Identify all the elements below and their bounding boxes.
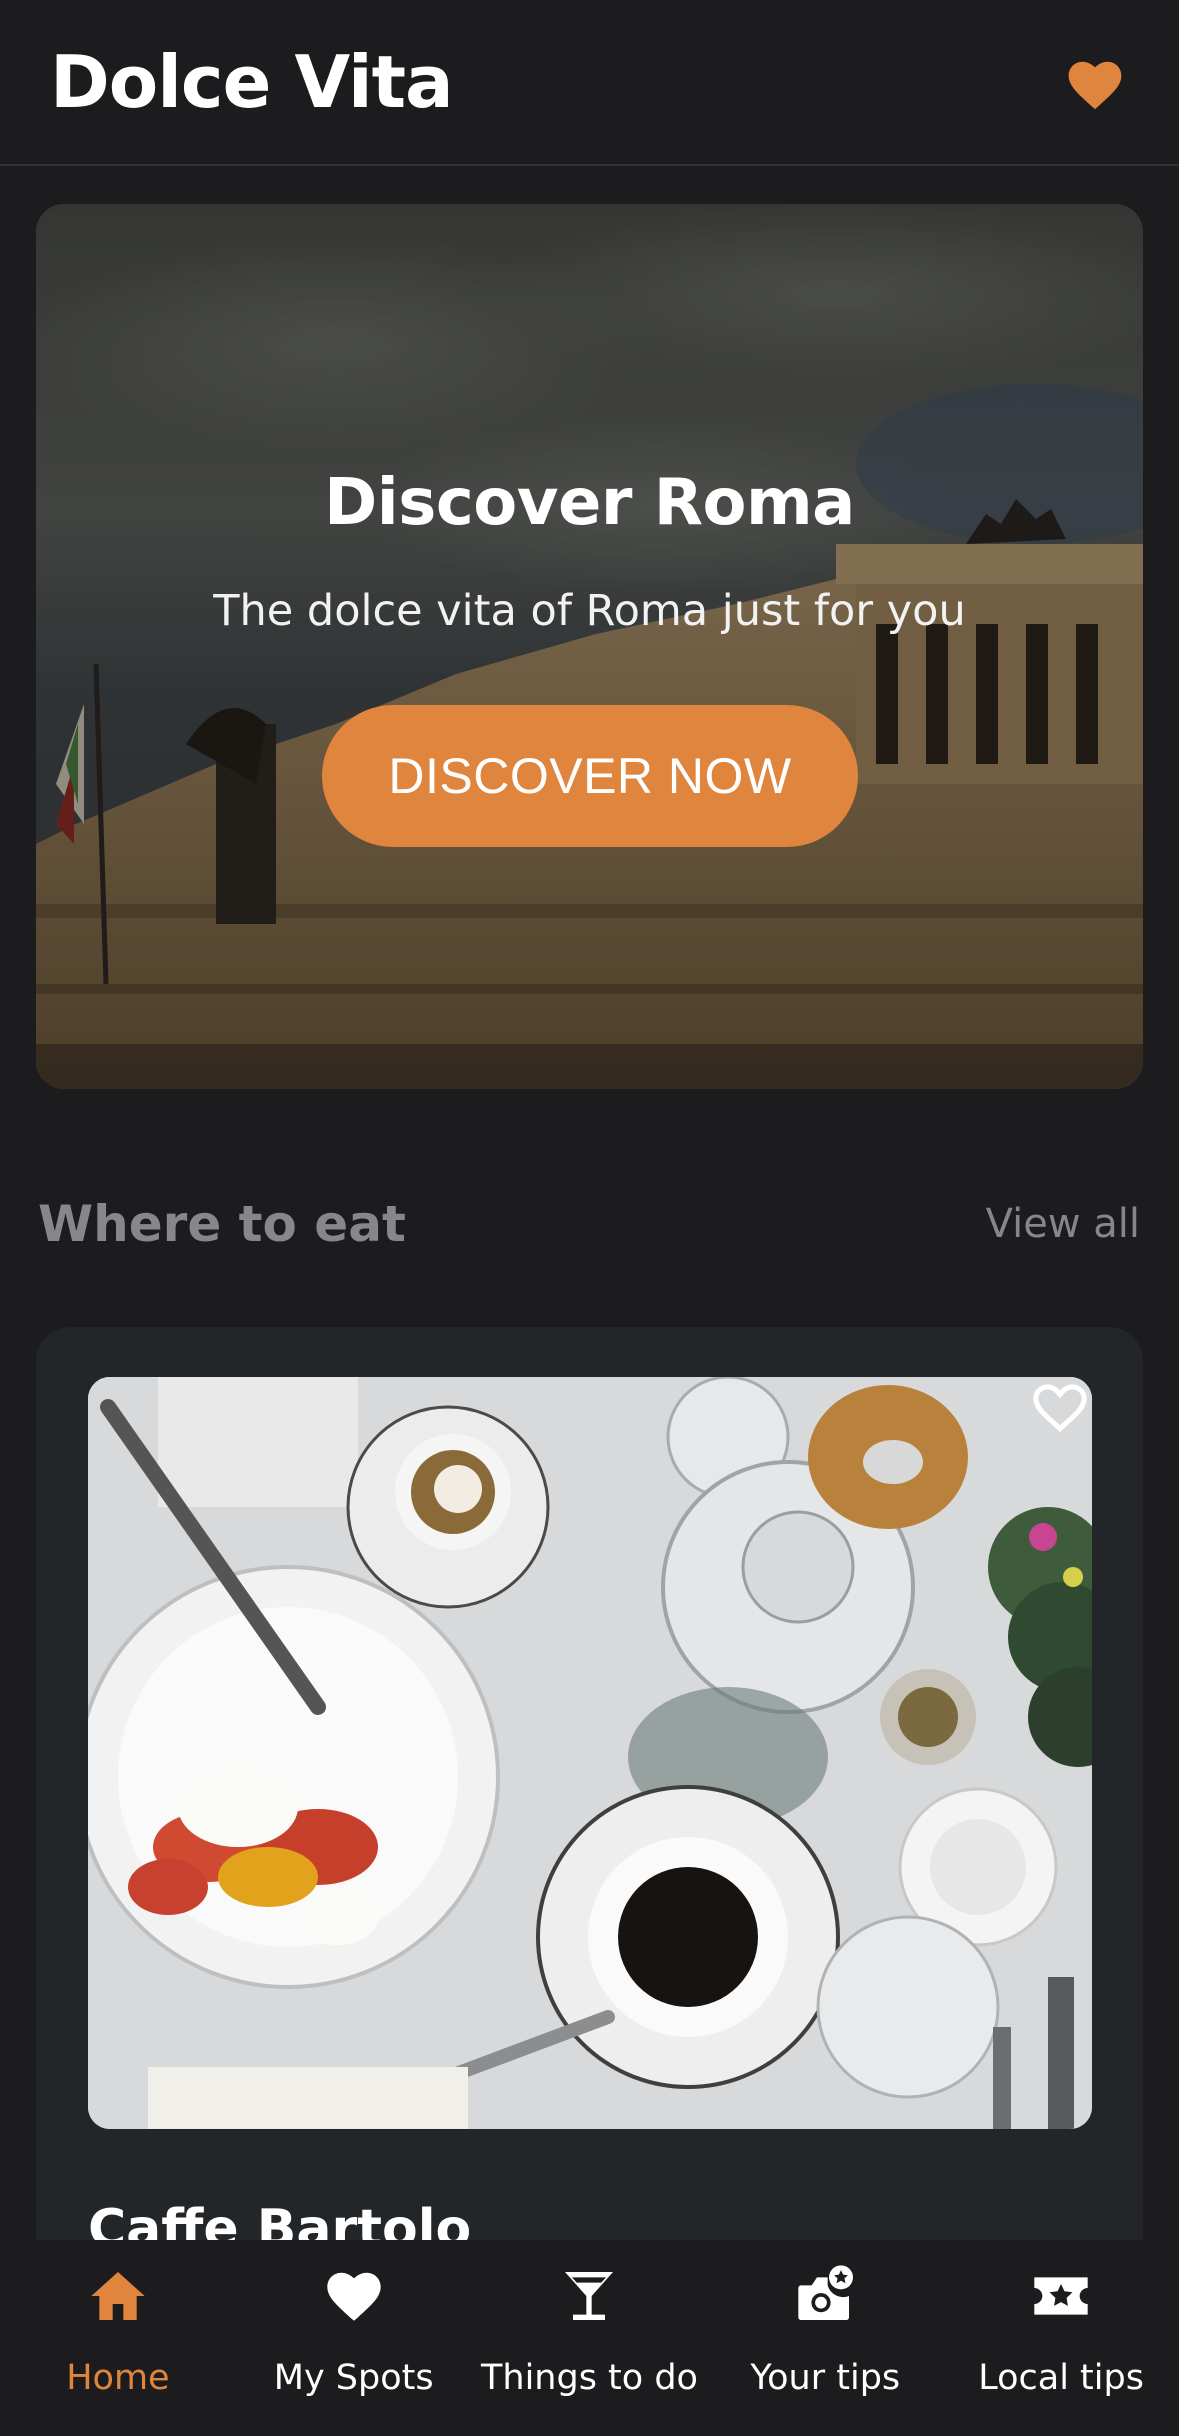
restaurant-photo	[88, 1377, 1092, 2129]
hero-subtitle: The dolce vita of Roma just for you	[213, 586, 966, 636]
home-icon	[91, 2272, 145, 2320]
nav-item-my-spots[interactable]: My Spots	[236, 2240, 472, 2436]
app-screen: Dolce Vita Discover Roma The dolce vita …	[0, 0, 1179, 2436]
nav-item-home[interactable]: Home	[0, 2240, 236, 2436]
heart-icon	[327, 2272, 381, 2321]
ticket-star-icon	[1034, 2277, 1088, 2315]
nav-item-your-tips[interactable]: Your tips	[707, 2240, 943, 2436]
hero-overlay	[36, 204, 1143, 1089]
nav-label-home: Home	[66, 2358, 170, 2398]
heart-icon[interactable]	[1063, 53, 1127, 111]
table-food-image	[88, 1377, 1092, 2129]
view-all-link[interactable]: View all	[986, 1201, 1140, 1247]
nav-item-local-tips[interactable]: Local tips	[943, 2240, 1179, 2436]
bottom-navigation: Home My Spots Things to do Your tips Loc…	[0, 2240, 1179, 2436]
nav-label-local-tips: Local tips	[978, 2358, 1144, 2398]
cocktail-icon	[565, 2272, 614, 2320]
hero-title: Discover Roma	[324, 466, 855, 540]
nav-label-my-spots: My Spots	[273, 2358, 434, 2398]
favorite-outline-icon[interactable]	[1029, 1377, 1091, 1433]
nav-label-things-to-do: Things to do	[481, 2358, 698, 2398]
app-header: Dolce Vita	[0, 0, 1179, 166]
nav-item-things-to-do[interactable]: Things to do	[472, 2240, 708, 2436]
photo-star-icon	[798, 2265, 854, 2320]
section-title: Where to eat	[38, 1195, 406, 1253]
restaurant-card[interactable]: Caffe Bartolo	[36, 1327, 1143, 2327]
hero-banner: Discover Roma The dolce vita of Roma jus…	[36, 204, 1143, 1089]
app-title: Dolce Vita	[50, 40, 454, 124]
nav-label-your-tips: Your tips	[750, 2358, 901, 2398]
where-to-eat-header: Where to eat View all	[38, 1195, 1140, 1253]
discover-now-button[interactable]: DISCOVER NOW	[322, 705, 858, 847]
